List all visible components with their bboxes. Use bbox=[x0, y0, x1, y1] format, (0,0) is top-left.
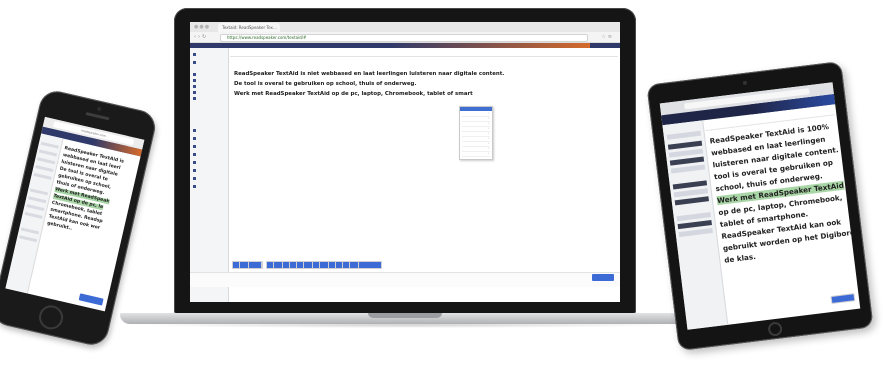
sidebar-item[interactable] bbox=[193, 78, 225, 82]
sidebar-icon bbox=[193, 96, 196, 100]
editor-footer bbox=[190, 272, 620, 287]
sidebar-item[interactable] bbox=[193, 84, 225, 88]
sidebar-icon bbox=[193, 128, 196, 132]
phone-action-button[interactable] bbox=[78, 293, 104, 306]
phone-sidebar-item[interactable] bbox=[24, 211, 43, 219]
editor-toolbar bbox=[230, 49, 618, 269]
tablet-sidebar-item[interactable] bbox=[670, 164, 706, 174]
sidebar-icon bbox=[193, 84, 196, 88]
sidebar-item[interactable] bbox=[193, 152, 225, 156]
sidebar-icon bbox=[193, 52, 196, 56]
phone-sidebar-item[interactable] bbox=[37, 157, 56, 165]
chevron-right-icon: › bbox=[487, 137, 489, 140]
editor-line-3[interactable]: Werk met ReadSpeaker TextAid op de pc, l… bbox=[234, 90, 610, 98]
chevron-right-icon: › bbox=[487, 142, 489, 145]
sidebar-item[interactable] bbox=[193, 136, 225, 140]
phone-sidebar-item[interactable] bbox=[33, 172, 52, 180]
tablet-action-button[interactable] bbox=[830, 293, 856, 305]
listen-button[interactable] bbox=[358, 261, 382, 269]
phone-sidebar-item[interactable] bbox=[29, 188, 49, 196]
address-bar[interactable]: https://www.readspeaker.com/textaid/# bbox=[220, 34, 588, 42]
sidebar-icon bbox=[193, 78, 196, 82]
sidebar-icon bbox=[193, 152, 196, 156]
tablet-sidebar-item[interactable] bbox=[666, 130, 701, 140]
phone-sidebar-item[interactable] bbox=[19, 235, 38, 243]
sidebar-item[interactable] bbox=[193, 184, 225, 188]
sidebar-icon bbox=[193, 176, 196, 180]
chevron-right-icon: › bbox=[487, 132, 489, 135]
style-select[interactable] bbox=[248, 261, 262, 269]
back-forward-reload-icon[interactable]: ‹›↻ bbox=[194, 34, 208, 40]
sidebar-icon bbox=[193, 136, 196, 140]
browser-toolbar: ‹›↻ https://www.readspeaker.com/textaid/… bbox=[190, 32, 620, 43]
laptop-notch bbox=[368, 313, 442, 318]
sidebar-icon bbox=[193, 90, 196, 94]
phone-sidebar-item[interactable] bbox=[35, 165, 54, 173]
bookmark-star-icon[interactable]: ☆≡ bbox=[601, 34, 614, 40]
chevron-right-icon: › bbox=[487, 147, 489, 150]
sidebar bbox=[190, 48, 229, 302]
sidebar-item[interactable] bbox=[193, 52, 225, 56]
window-controls-icon[interactable]: ●●● bbox=[194, 25, 210, 30]
chevron-right-icon: › bbox=[487, 127, 489, 130]
sidebar-item[interactable] bbox=[193, 60, 225, 64]
sidebar-item[interactable] bbox=[193, 168, 225, 172]
chevron-right-icon: › bbox=[487, 122, 489, 125]
sidebar-item[interactable] bbox=[193, 72, 225, 76]
sidebar-item[interactable] bbox=[193, 90, 225, 94]
phone-sidebar-item[interactable] bbox=[38, 149, 58, 157]
phone-sidebar-item[interactable] bbox=[40, 141, 59, 149]
editor-line-2[interactable]: De tool is overal te gebruiken op school… bbox=[234, 80, 610, 88]
tablet-sidebar-item[interactable] bbox=[674, 196, 710, 206]
phone-sidebar-item[interactable] bbox=[28, 196, 47, 204]
footer-action-button[interactable] bbox=[592, 274, 614, 281]
chevron-right-icon: › bbox=[487, 152, 489, 155]
phone-screen: readspeaker.com ReadSpeaker TextAid is w… bbox=[5, 116, 145, 312]
chevron-right-icon: › bbox=[487, 117, 489, 120]
sidebar-item[interactable] bbox=[193, 96, 225, 100]
browser-tab[interactable]: Textaid: ReadSpeaker Tex... bbox=[218, 23, 280, 32]
sidebar-item[interactable] bbox=[193, 176, 225, 180]
sidebar-icon bbox=[193, 144, 196, 148]
chevron-right-icon: › bbox=[487, 112, 489, 115]
context-menu-item[interactable]: › bbox=[462, 152, 490, 157]
phone-sidebar-item[interactable] bbox=[26, 204, 45, 212]
smartphone: readspeaker.com ReadSpeaker TextAid is w… bbox=[0, 87, 159, 349]
laptop-screen: ●●● Textaid: ReadSpeaker Tex... ‹›↻ http… bbox=[190, 22, 620, 302]
sidebar-item[interactable] bbox=[193, 144, 225, 148]
context-menu: › › › › › › › › › bbox=[459, 106, 493, 160]
sidebar-item[interactable] bbox=[193, 160, 225, 164]
sidebar-icon bbox=[193, 184, 196, 188]
sidebar-icon bbox=[193, 72, 196, 76]
tablet: ReadSpeaker TextAid is 100% webbased en … bbox=[646, 61, 874, 351]
sidebar-icon bbox=[193, 168, 196, 172]
sidebar-icon bbox=[193, 160, 196, 164]
context-menu-header bbox=[460, 107, 492, 111]
editor-line-1[interactable]: ReadSpeaker TextAid is niet webbased en … bbox=[234, 70, 610, 78]
tablet-screen: ReadSpeaker TextAid is 100% webbased en … bbox=[659, 82, 861, 330]
tablet-sidebar-item[interactable] bbox=[678, 227, 713, 238]
sidebar-item[interactable] bbox=[193, 128, 225, 132]
phone-sidebar-item[interactable] bbox=[20, 227, 40, 235]
app-header-accent bbox=[390, 43, 590, 48]
sidebar-icon bbox=[193, 60, 196, 64]
